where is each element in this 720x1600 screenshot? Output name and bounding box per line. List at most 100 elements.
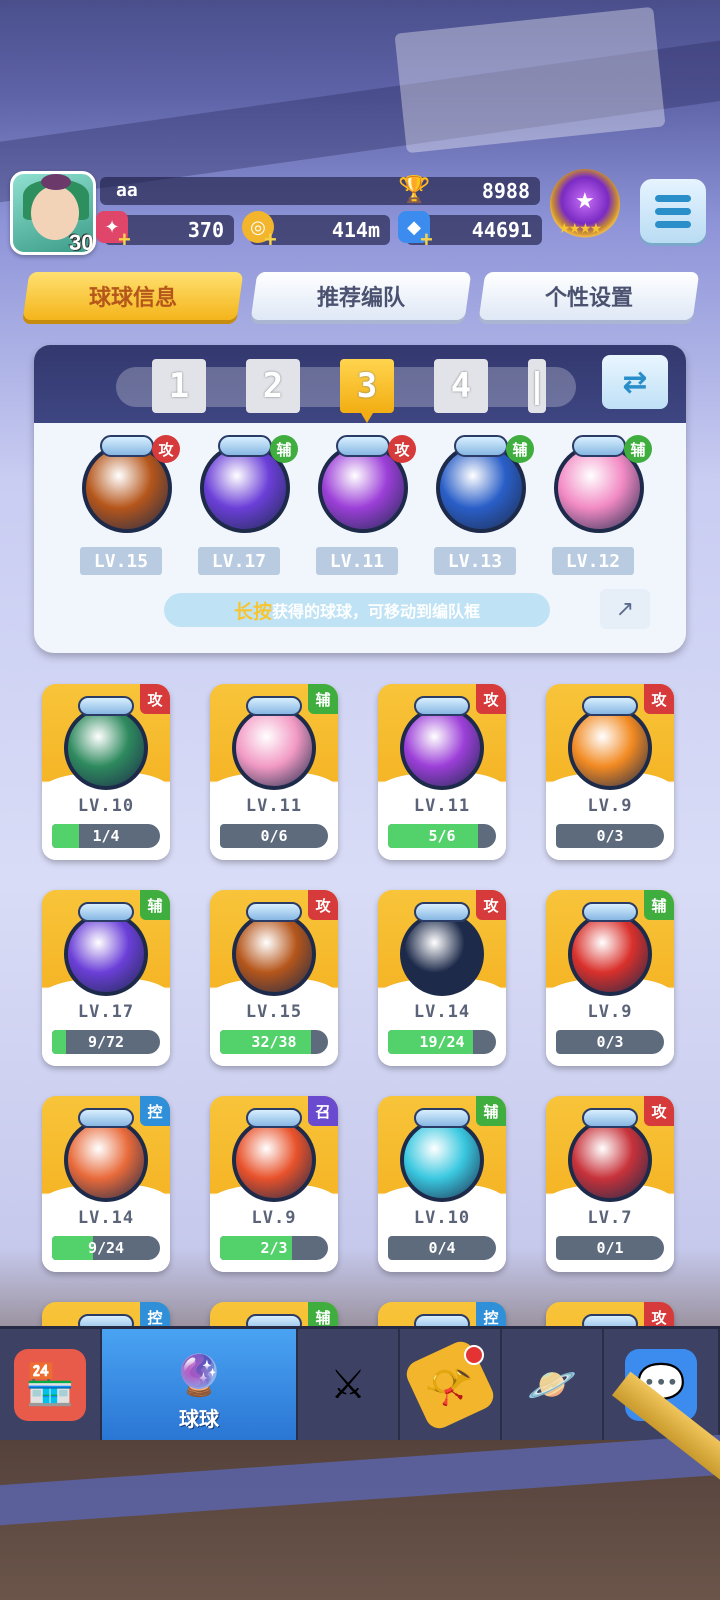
card-progress-bar: 1/4	[52, 824, 160, 848]
team-slot-2[interactable]: 2	[246, 359, 300, 413]
ball-orb	[64, 912, 148, 996]
nav-balls[interactable]: 🔮 球球	[102, 1329, 298, 1440]
player-level: 30	[69, 230, 94, 255]
ball-card[interactable]: 辅 LV.10 0/4	[378, 1096, 506, 1272]
card-level: LV.17	[77, 1002, 135, 1022]
ball-card[interactable]: 召 LV.9 2/3	[210, 1096, 338, 1272]
ball-type-tag: 攻	[140, 684, 170, 714]
ball-card[interactable]: 攻 LV.7 0/1	[546, 1096, 674, 1272]
team-slot-3[interactable]: 3	[340, 359, 394, 423]
ball-orb	[400, 1118, 484, 1202]
goggles-icon	[414, 696, 470, 716]
tab-ball-info[interactable]: 球球信息	[22, 272, 244, 320]
team-ball[interactable]: 辅 LV.13	[426, 435, 536, 575]
notification-badge	[464, 1345, 484, 1365]
menu-icon-bar	[655, 194, 691, 202]
ball-level: LV.17	[198, 547, 280, 575]
team-ball[interactable]: 辅 LV.12	[544, 435, 654, 575]
team-ball[interactable]: 攻 LV.11	[308, 435, 418, 575]
card-progress-text: 2/3	[260, 1239, 288, 1257]
ball-type-tag: 攻	[644, 1096, 674, 1126]
card-progress-bar: 9/24	[52, 1236, 160, 1260]
share-button[interactable]: ↗	[600, 589, 650, 629]
menu-icon-bar	[655, 207, 691, 215]
card-level: LV.11	[413, 796, 471, 816]
energy-resource[interactable]: ✦ + 370	[96, 211, 234, 251]
rank-emblem[interactable]: ★ ★★★★	[550, 169, 620, 239]
ball-orb	[568, 706, 652, 790]
goggles-icon	[78, 1108, 134, 1128]
tab-recommended-team[interactable]: 推荐编队	[250, 272, 472, 320]
team-panel: 1 2 3 4 | ⇄ 攻 LV.15 辅 LV.17 攻 LV.11 辅 LV.13 辅 LV.…	[34, 345, 686, 653]
card-progress-bar: 0/6	[220, 824, 328, 848]
team-slot-4[interactable]: 4	[434, 359, 488, 413]
ball-type-tag: 召	[308, 1096, 338, 1126]
ball-type-tag: 辅	[270, 435, 298, 463]
ball-type-tag: 辅	[506, 435, 534, 463]
ball-card[interactable]: 辅 LV.11 0/6	[210, 684, 338, 860]
nav-whistle[interactable]: 📯	[400, 1329, 502, 1440]
ball-card[interactable]: 攻 LV.15 32/38	[210, 890, 338, 1066]
team-slot-1[interactable]: 1	[152, 359, 206, 413]
energy-card-icon: ✦ +	[96, 211, 131, 251]
card-level: LV.9	[587, 1002, 633, 1022]
swap-button[interactable]: ⇄	[602, 355, 668, 409]
coin-icon: ◎ +	[242, 211, 277, 251]
ball-type-tag: 攻	[308, 890, 338, 920]
ball-orb	[232, 912, 316, 996]
nav-planet[interactable]: 🪐	[502, 1329, 604, 1440]
ball-type-tag: 攻	[388, 435, 416, 463]
ball-orb	[400, 912, 484, 996]
goggles-icon	[414, 1108, 470, 1128]
gem-resource[interactable]: ◆ + 44691	[398, 211, 542, 251]
ball-orb	[64, 706, 148, 790]
ball-orb	[568, 1118, 652, 1202]
tab-bar: 球球信息 推荐编队 个性设置	[22, 272, 700, 322]
ball-card[interactable]: 控 LV.14 9/24	[42, 1096, 170, 1272]
ball-type-tag: 辅	[308, 684, 338, 714]
card-progress-text: 19/24	[419, 1033, 465, 1051]
player-avatar[interactable]: 30	[10, 171, 96, 255]
nav-battle[interactable]: ⚔	[298, 1329, 400, 1440]
card-progress-text: 0/1	[596, 1239, 624, 1257]
team-slot-5[interactable]: |	[527, 359, 547, 413]
rank-star-icon: ★	[575, 189, 595, 214]
card-level: LV.14	[77, 1208, 135, 1228]
tab-label: 推荐编队	[316, 286, 405, 311]
goggles-icon	[454, 435, 508, 457]
tab-personal-settings[interactable]: 个性设置	[478, 272, 700, 320]
ball-card[interactable]: 攻 LV.11 5/6	[378, 684, 506, 860]
card-progress-text: 9/72	[87, 1033, 125, 1051]
team-ball-list: 攻 LV.15 辅 LV.17 攻 LV.11 辅 LV.13 辅 LV.12	[34, 435, 686, 585]
player-name: aa	[116, 180, 138, 201]
card-progress-text: 1/4	[92, 827, 120, 845]
tab-label: 球球信息	[88, 286, 177, 311]
menu-button[interactable]	[640, 179, 706, 243]
ball-type-tag: 攻	[644, 684, 674, 714]
coin-resource[interactable]: ◎ + 414m	[242, 211, 390, 251]
ball-card[interactable]: 辅 LV.17 9/72	[42, 890, 170, 1066]
card-progress-text: 0/3	[596, 1033, 624, 1051]
ball-card[interactable]: 辅 LV.9 0/3	[546, 890, 674, 1066]
trophy-icon: 🏆	[398, 175, 431, 205]
ball-card[interactable]: 攻 LV.10 1/4	[42, 684, 170, 860]
bottom-nav: 🏪 🔮 球球 ⚔ 📯 🪐 💬	[0, 1326, 720, 1440]
ball-orb	[232, 1118, 316, 1202]
ball-orb	[568, 912, 652, 996]
ball-card[interactable]: 攻 LV.14 19/24	[378, 890, 506, 1066]
ball-type-tag: 辅	[476, 1096, 506, 1126]
team-ball[interactable]: 攻 LV.15	[72, 435, 182, 575]
planet-icon: 🪐	[527, 1362, 577, 1408]
card-progress-text: 32/38	[251, 1033, 297, 1051]
card-progress-bar: 19/24	[388, 1030, 496, 1054]
ball-orb	[64, 1118, 148, 1202]
card-level: LV.11	[245, 796, 303, 816]
ball-type-tag: 攻	[152, 435, 180, 463]
ball-type-tag: 辅	[644, 890, 674, 920]
ball-card[interactable]: 攻 LV.9 0/3	[546, 684, 674, 860]
team-ball[interactable]: 辅 LV.17	[190, 435, 300, 575]
ball-level: LV.15	[80, 547, 162, 575]
nav-shop[interactable]: 🏪	[0, 1329, 102, 1440]
goggles-icon	[582, 696, 638, 716]
card-level: LV.14	[413, 1002, 471, 1022]
